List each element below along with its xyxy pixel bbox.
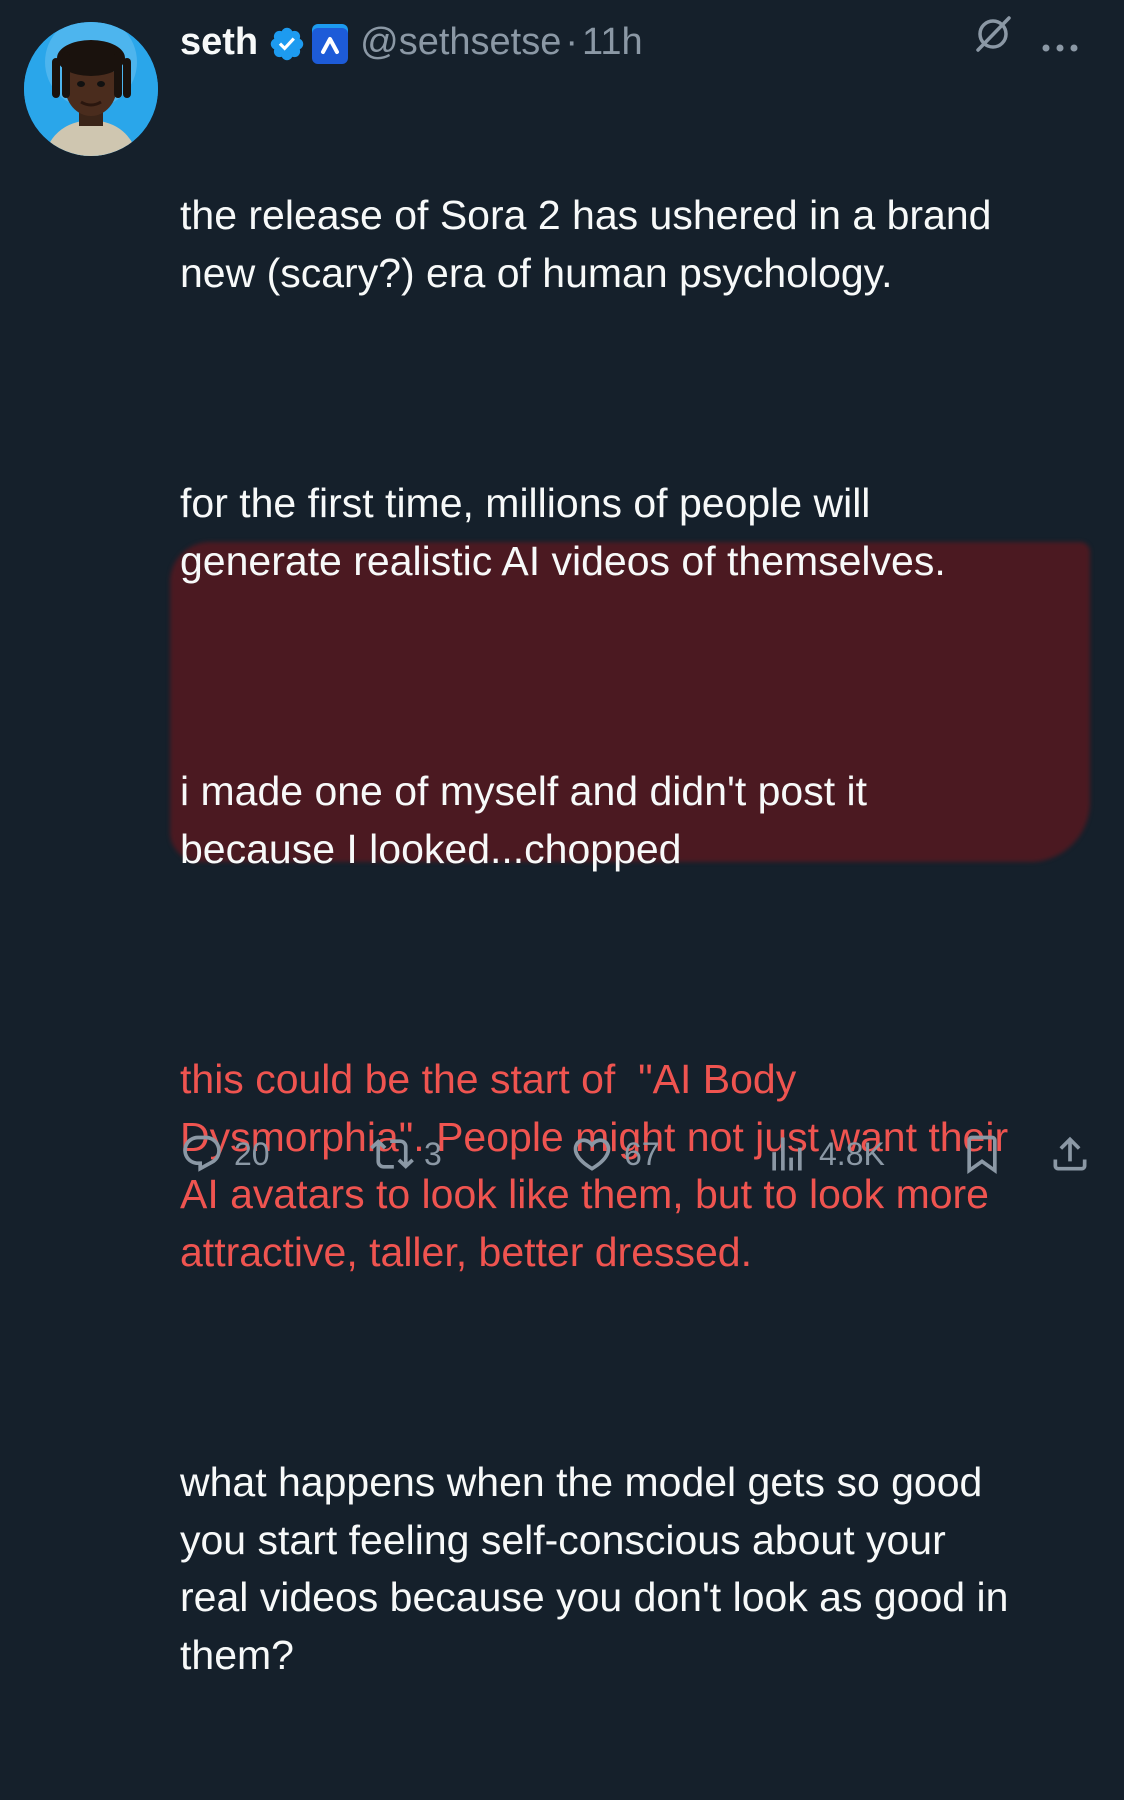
- tweet-paragraph-1: the release of Sora 2 has ushered in a b…: [180, 192, 992, 296]
- share-button[interactable]: [1048, 1124, 1092, 1184]
- reply-icon: [183, 1135, 221, 1172]
- reply-count: 20: [234, 1135, 270, 1172]
- bookmark-icon: [967, 1135, 997, 1175]
- tweet-action-bar: 20 3 67 4.8K: [180, 1124, 1100, 1184]
- more-icon[interactable]: [1040, 14, 1080, 70]
- repost-icon: [370, 1139, 414, 1169]
- like-button[interactable]: 67: [570, 1124, 660, 1184]
- bookmark-button[interactable]: [960, 1124, 1004, 1184]
- tweet-header: seth @sethsetse · 11h: [180, 14, 1100, 70]
- affiliation-badge-icon[interactable]: [312, 24, 349, 64]
- reply-button[interactable]: 20: [180, 1124, 270, 1184]
- tweet-paragraph-5: what happens when the model gets so good…: [180, 1459, 1009, 1679]
- views-chart-icon: [772, 1137, 802, 1171]
- tweet-paragraph-3: i made one of myself and didn't post it …: [180, 768, 867, 872]
- avatar[interactable]: [24, 22, 158, 156]
- tweet-text: the release of Sora 2 has ushered in a b…: [180, 72, 1100, 1800]
- display-name[interactable]: seth: [180, 14, 258, 70]
- repost-count: 3: [424, 1135, 442, 1172]
- tweet: seth @sethsetse · 11h the release of Sor…: [0, 0, 1124, 1678]
- share-icon: [1053, 1136, 1087, 1171]
- views-count: 4.8K: [819, 1135, 885, 1172]
- repost-button[interactable]: 3: [370, 1124, 442, 1184]
- grok-icon[interactable]: [972, 13, 1014, 71]
- like-count: 67: [624, 1135, 660, 1172]
- tweet-timestamp[interactable]: 11h: [582, 14, 643, 70]
- avatar-image: [24, 22, 158, 156]
- heart-icon: [573, 1138, 611, 1171]
- verified-badge-icon[interactable]: [268, 23, 306, 61]
- views-button[interactable]: 4.8K: [765, 1124, 885, 1184]
- separator-dot: ·: [565, 21, 579, 63]
- header-actions: [972, 14, 1080, 70]
- tweet-paragraph-2: for the first time, millions of people w…: [180, 480, 946, 584]
- author-handle[interactable]: @sethsetse: [360, 14, 561, 70]
